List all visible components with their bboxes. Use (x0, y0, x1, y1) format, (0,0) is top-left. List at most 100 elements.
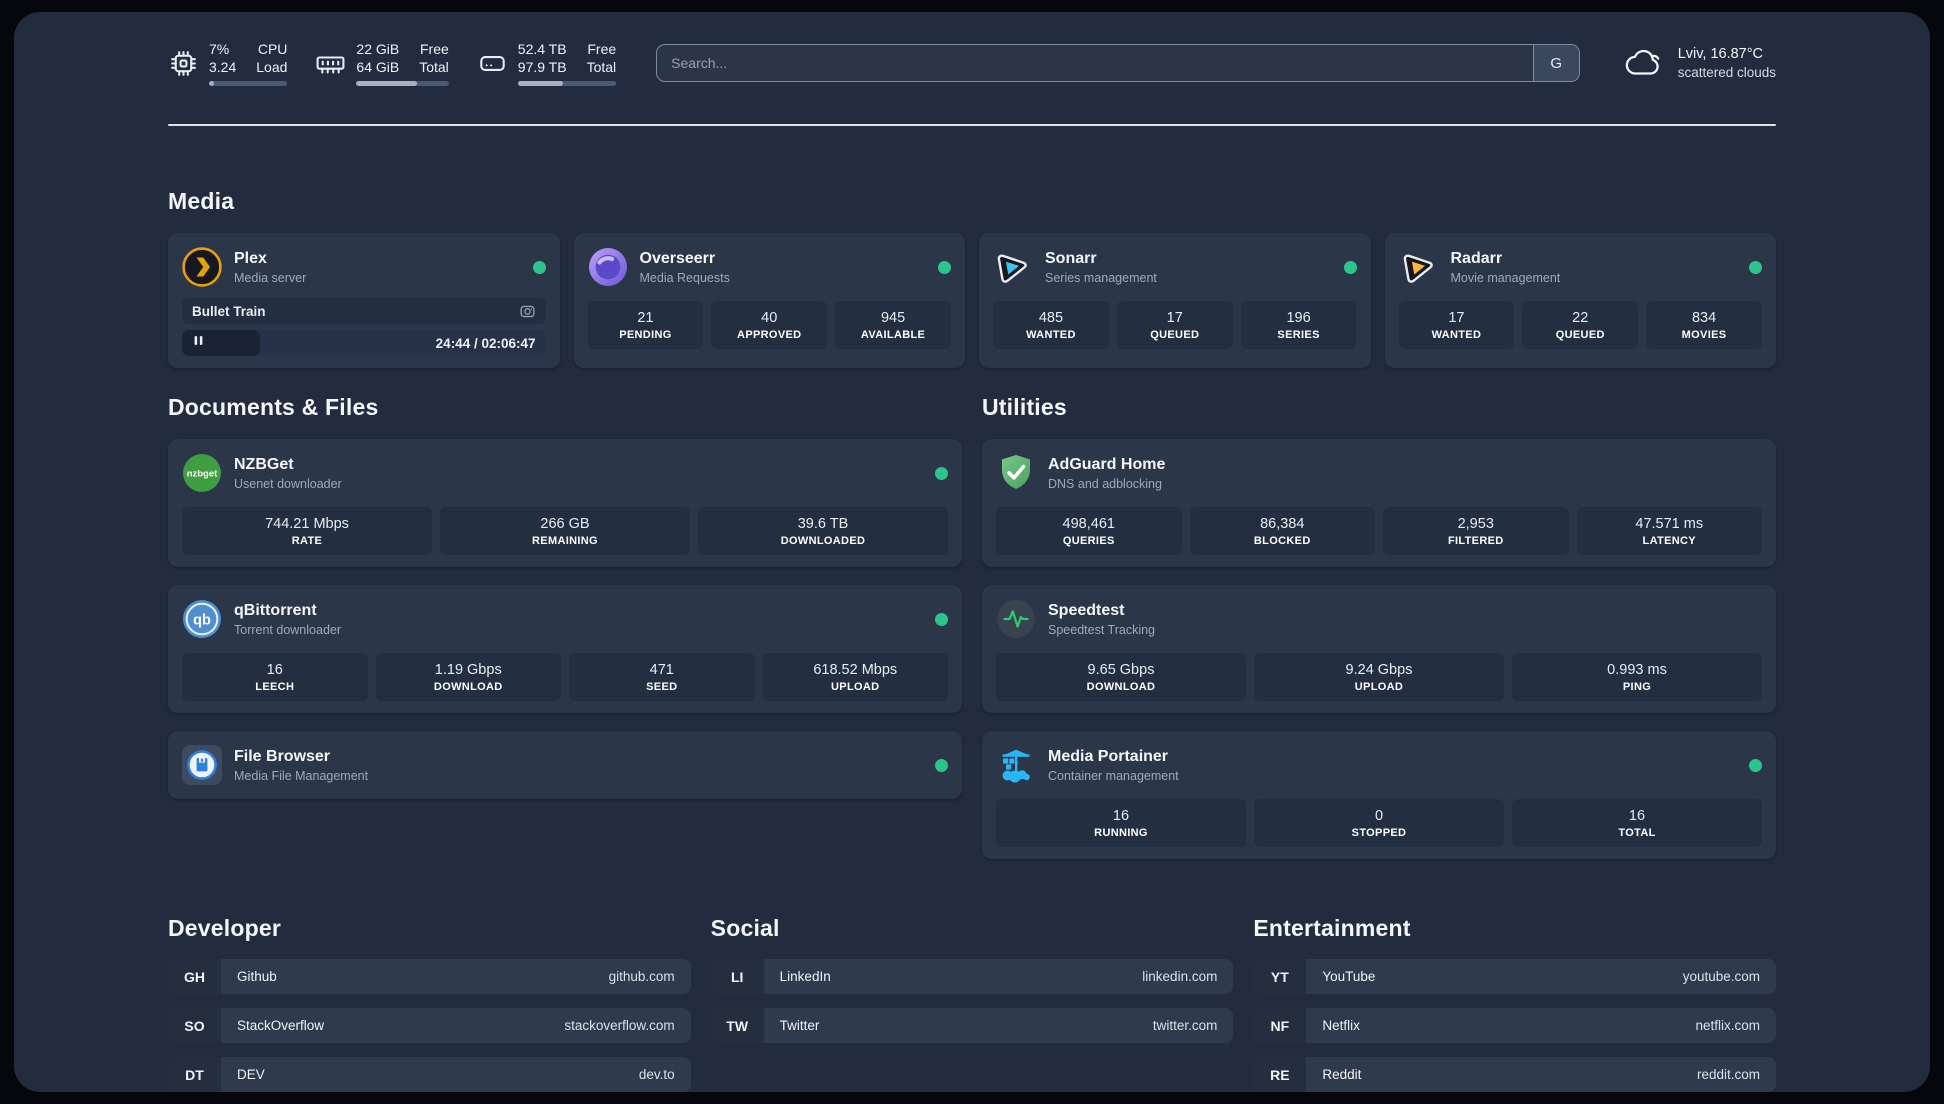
system-stat-cpu: 7% 3.24 CPU Load (168, 40, 288, 87)
stat-value: 86,384 (1260, 515, 1305, 532)
service-name: AdGuard Home (1048, 455, 1166, 473)
bookmark-linkedin[interactable]: LI LinkedIn linkedin.com (710, 959, 1234, 994)
plex-icon (182, 247, 222, 287)
card-titles: File Browser Media File Management (234, 748, 923, 783)
stat-label: SEED (646, 680, 678, 693)
bookmark-stackoverflow[interactable]: SO StackOverflow stackoverflow.com (168, 1008, 691, 1043)
service-name: Radarr (1450, 249, 1503, 267)
stat-label: Load (256, 59, 288, 75)
stat-value: 39.6 TB (797, 515, 849, 532)
stat-label: UPLOAD (831, 680, 880, 693)
weather-condition: scattered clouds (1677, 64, 1776, 80)
section-title-developer: Developer (168, 915, 282, 941)
search-input[interactable] (657, 45, 1533, 81)
service-card-speedtest[interactable]: Speedtest Speedtest Tracking 9.65 Gbps D… (982, 585, 1776, 713)
sonarr-icon (993, 247, 1033, 287)
stat-value: 945 (880, 309, 906, 326)
stat-blocked: 86,384 BLOCKED (1189, 507, 1375, 555)
bookmark-name: Reddit (1322, 1067, 1362, 1082)
card-header: nzbget NZBGet Usenet downloader (182, 451, 948, 495)
stat-value: 498,461 (1062, 515, 1115, 532)
service-description: Movie management (1450, 270, 1561, 285)
card-header: File Browser Media File Management (182, 743, 948, 787)
service-card-filebrowser[interactable]: File Browser Media File Management (168, 731, 962, 799)
stat-label: DOWNLOAD (1086, 680, 1156, 693)
link-section-social: Social LI LinkedIn linkedin.com TW Twitt… (710, 915, 1234, 1092)
card-stats: 498,461 QUERIES 86,384 BLOCKED 2,953 FIL… (996, 507, 1762, 555)
bookmark-name: Twitter (779, 1018, 820, 1033)
playback-progress-bar[interactable]: 24:44 / 02:06:47 (182, 330, 546, 356)
service-description: Series management (1045, 270, 1157, 285)
disk-icon (477, 48, 508, 79)
weather-location: Lviv, 16.87°C (1677, 45, 1764, 62)
bookmark-twitter[interactable]: TW Twitter twitter.com (710, 1008, 1234, 1043)
section-media: Media Plex Media server Bullet Train 24:… (168, 188, 1776, 368)
service-description: Speedtest Tracking (1048, 622, 1156, 637)
bookmark-url: dev.to (638, 1067, 675, 1082)
stat-value: 834 (1691, 309, 1717, 326)
service-card-qbittorrent[interactable]: qb qBittorrent Torrent downloader 16 LEE… (168, 585, 962, 713)
card-titles: Speedtest Speedtest Tracking (1048, 602, 1762, 637)
card-stats: 21 PENDING 40 APPROVED 945 AVAILABLE (587, 301, 952, 349)
card-header: Overseerr Media Requests (588, 245, 951, 289)
bookmark-sections: Developer GH Github github.com SO StackO… (168, 915, 1777, 1092)
stat-label: STOPPED (1351, 826, 1407, 839)
bookmark-youtube[interactable]: YT YouTube youtube.com (1253, 959, 1777, 994)
service-card-adguard[interactable]: AdGuard Home DNS and adblocking 498,461 … (982, 439, 1776, 567)
stat-series: 196 SERIES (1240, 301, 1357, 349)
service-description: Container management (1048, 768, 1179, 783)
stat-value: 266 GB (540, 515, 590, 532)
stat-value: 3.24 (209, 59, 237, 75)
bookmark-abbr: LI (710, 959, 764, 994)
bookmark-url: linkedin.com (1142, 969, 1218, 984)
bookmark-url: github.com (608, 969, 675, 984)
stat-label: WANTED (1026, 328, 1076, 341)
stat-value: 64 GiB (356, 59, 400, 75)
service-card-radarr[interactable]: Radarr Movie management 17 WANTED 22 QUE… (1384, 233, 1776, 368)
header: 7% 3.24 CPU Load 22 GiB 64 GiB Free Tota… (168, 12, 1776, 90)
stat-value: 2,953 (1457, 515, 1494, 532)
search-provider-button[interactable]: G (1532, 45, 1579, 81)
stat-download: 1.19 Gbps DOWNLOAD (375, 653, 561, 701)
service-card-plex[interactable]: Plex Media server Bullet Train 24:44 / 0… (168, 233, 560, 368)
service-name: qBittorrent (234, 601, 317, 619)
status-online-dot (532, 260, 546, 274)
service-description: DNS and adblocking (1048, 476, 1162, 491)
stat-value: 9.65 Gbps (1087, 661, 1155, 678)
bookmark-reddit[interactable]: RE Reddit reddit.com (1253, 1057, 1777, 1092)
stat-value: 9.24 Gbps (1345, 661, 1413, 678)
weather-widget: Lviv, 16.87°C scattered clouds (1624, 45, 1776, 81)
status-online-dot (1749, 260, 1762, 274)
service-description: Media server (234, 270, 307, 285)
bookmark-url: netflix.com (1695, 1018, 1761, 1033)
bookmark-abbr: TW (710, 1008, 764, 1043)
search-bar[interactable]: G (656, 44, 1580, 82)
utilities-cards: AdGuard Home DNS and adblocking 498,461 … (982, 439, 1776, 859)
service-card-overseerr[interactable]: Overseerr Media Requests 21 PENDING 40 A… (573, 233, 965, 368)
stat-label: Free (420, 40, 449, 57)
camera-icon[interactable] (519, 303, 536, 320)
bookmark-body: Reddit reddit.com (1306, 1057, 1777, 1092)
service-card-nzbget[interactable]: nzbget NZBGet Usenet downloader 744.21 M… (168, 439, 962, 567)
card-header: AdGuard Home DNS and adblocking (996, 451, 1762, 495)
bookmark-dev[interactable]: DT DEV dev.to (168, 1057, 691, 1092)
link-section-entertainment: Entertainment YT YouTube youtube.com NF … (1253, 915, 1777, 1092)
stat-downloaded: 39.6 TB DOWNLOADED (698, 507, 948, 555)
pause-icon[interactable] (191, 333, 206, 353)
card-titles: Plex Media server (234, 250, 521, 285)
stat-label: Total (586, 59, 617, 75)
bookmark-body: Netflix netflix.com (1306, 1008, 1777, 1043)
card-header: Sonarr Series management (993, 245, 1357, 289)
playback-progress-fill (182, 330, 261, 356)
card-titles: Overseerr Media Requests (640, 250, 927, 285)
service-card-sonarr[interactable]: Sonarr Series management 485 WANTED 17 Q… (979, 233, 1371, 368)
stat-value: 17 (1448, 309, 1465, 326)
stat-pending: 21 PENDING (587, 301, 704, 349)
stat-value: 16 (266, 661, 283, 678)
header-divider (168, 124, 1776, 126)
bookmark-github[interactable]: GH Github github.com (168, 959, 691, 994)
service-card-portainer[interactable]: Media Portainer Container management 16 … (982, 731, 1776, 859)
stat-label: MOVIES (1681, 328, 1727, 341)
bookmark-netflix[interactable]: NF Netflix netflix.com (1253, 1008, 1777, 1043)
bookmark-abbr: DT (168, 1057, 221, 1092)
